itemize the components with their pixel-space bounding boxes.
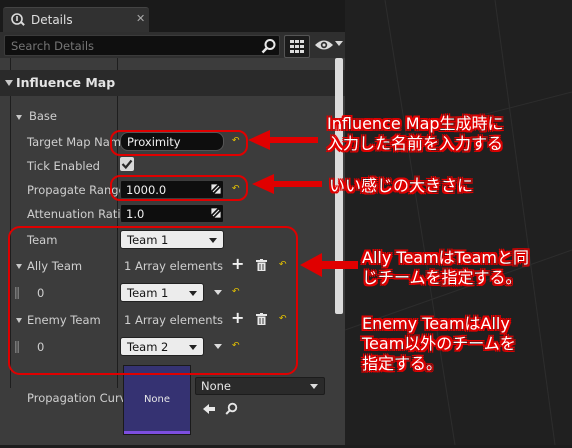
arrow-to-team-group — [300, 253, 358, 277]
note-enemy-team-2: Team以外のチームを — [362, 334, 516, 353]
note-target-map-name-2: 入力した名前を入力する — [327, 134, 504, 153]
note-enemy-team-1: Enemy TeamはAlly — [362, 314, 510, 333]
arrow-to-target-map-name — [248, 130, 318, 150]
note-ally-team-1: Ally TeamはTeamと同 — [362, 248, 529, 267]
note-ally-team-2: じチームを指定する。 — [362, 268, 522, 287]
note-target-map-name-1: Influence Map生成時に — [327, 114, 504, 133]
note-enemy-team-3: 指定する。 — [362, 354, 443, 373]
note-propagate-range: いい感じの大きさに — [329, 176, 474, 195]
arrow-to-propagate-range — [252, 174, 322, 194]
annotation-arrows — [248, 130, 358, 277]
